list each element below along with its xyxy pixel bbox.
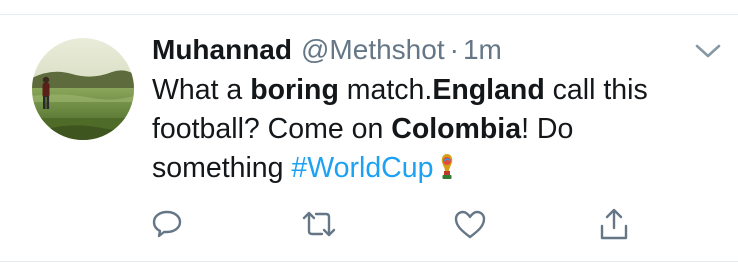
bottom-divider	[0, 261, 738, 262]
bold-text: England	[432, 74, 545, 106]
more-options-button[interactable]	[692, 40, 724, 62]
retweet-icon	[302, 211, 336, 237]
avatar-photo	[32, 38, 134, 140]
user-handle[interactable]: @Methshot	[301, 30, 445, 70]
retweet-button[interactable]	[298, 206, 340, 244]
text-run: football? Come on	[152, 113, 392, 145]
text-run: What a	[152, 74, 251, 106]
separator-dot: ·	[449, 34, 459, 65]
world-cup-trophy-icon	[439, 153, 455, 181]
avatar[interactable]	[32, 38, 134, 140]
text-run: ! Do	[521, 113, 574, 145]
timestamp[interactable]: 1m	[463, 30, 502, 70]
reply-icon	[152, 210, 182, 238]
chevron-down-icon	[695, 44, 721, 58]
heart-icon	[454, 210, 486, 239]
text-run: something	[152, 152, 292, 184]
tweet-text-line: something #WorldCup	[152, 149, 722, 188]
tweet-header: Muhannad @Methshot · 1m	[152, 30, 502, 70]
top-divider	[0, 14, 738, 15]
text-run: call this	[544, 74, 648, 106]
tweet-text-line: football? Come on Colombia! Do	[152, 110, 722, 149]
hashtag-link[interactable]: #WorldCup	[291, 152, 433, 184]
like-button[interactable]	[452, 206, 488, 244]
tweet-text: What a boring match.England call this fo…	[152, 71, 722, 188]
share-icon	[600, 208, 628, 240]
share-button[interactable]	[596, 206, 632, 244]
bold-text: Colombia	[391, 113, 522, 145]
text-run: match.	[338, 74, 433, 106]
bold-text: boring	[250, 74, 339, 106]
display-name[interactable]: Muhannad	[152, 30, 292, 70]
tweet-text-line: What a boring match.England call this	[152, 71, 722, 110]
reply-button[interactable]	[150, 206, 184, 244]
